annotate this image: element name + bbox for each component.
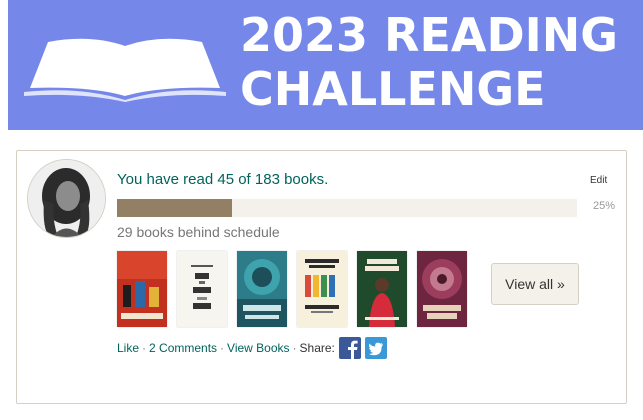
banner-title-line2: CHALLENGE [240, 62, 546, 116]
share-label: Share: [299, 341, 335, 355]
book-cover[interactable] [297, 251, 347, 327]
avatar-photo [28, 160, 105, 237]
book-cover[interactable] [117, 251, 167, 327]
book-cover[interactable] [357, 251, 407, 327]
view-books-link[interactable]: View Books [227, 341, 289, 355]
avatar[interactable] [27, 159, 106, 238]
facebook-icon[interactable] [338, 337, 361, 359]
comments-link[interactable]: 2 Comments [149, 341, 217, 355]
separator-dot: · [292, 341, 297, 355]
progress-bar [117, 199, 577, 217]
progress-percent: 25% [593, 200, 616, 212]
book-cover[interactable] [417, 251, 467, 327]
challenge-card: You have read 45 of 183 books. Edit 25% … [16, 150, 627, 404]
book-cover[interactable] [177, 251, 227, 327]
like-link[interactable]: Like [117, 341, 139, 355]
edit-link[interactable]: Edit [590, 175, 607, 186]
separator-dot: · [220, 341, 225, 355]
separator-dot: · [142, 341, 147, 355]
progress-bar-fill [117, 199, 232, 217]
twitter-icon[interactable] [364, 337, 387, 359]
challenge-banner: 2023 READING CHALLENGE [8, 0, 643, 130]
challenge-actions: Like · 2 Comments · View Books · Share: [117, 337, 387, 359]
challenge-status: You have read 45 of 183 books. [117, 171, 329, 188]
open-book-icon [24, 38, 226, 102]
schedule-status: 29 books behind schedule [117, 224, 280, 240]
banner-title-line1: 2023 READING [240, 8, 619, 62]
view-all-button[interactable]: View all » [491, 263, 579, 305]
book-cover[interactable] [237, 251, 287, 327]
banner-title: 2023 READING CHALLENGE [240, 8, 618, 116]
